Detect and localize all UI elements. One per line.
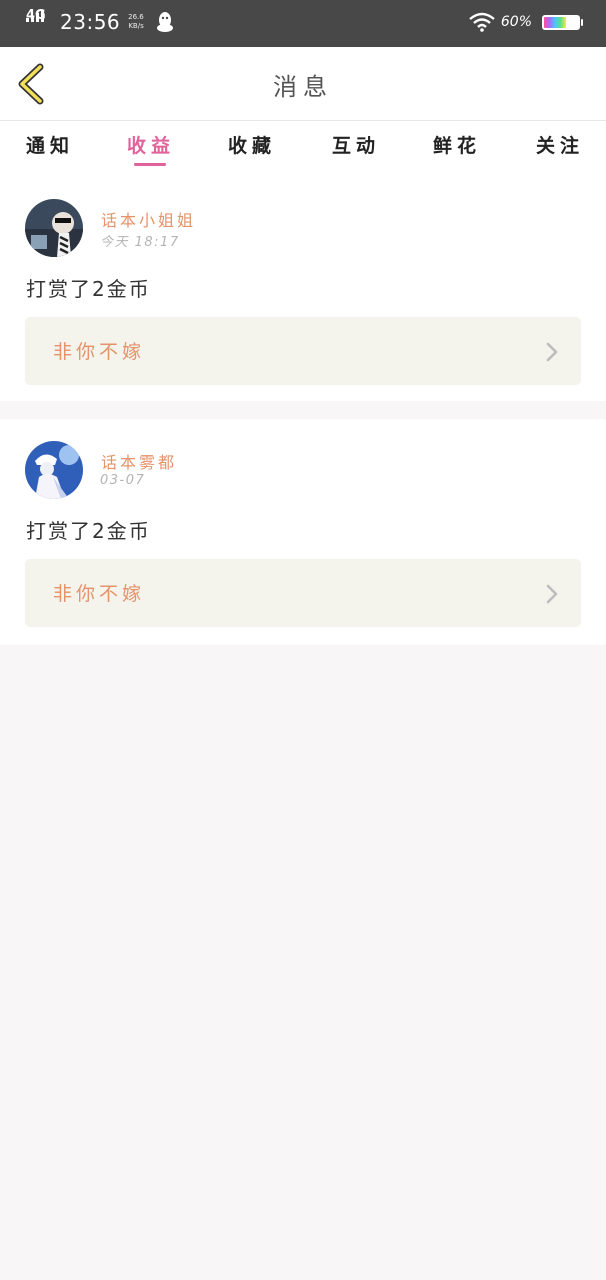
page-title: 消息	[273, 73, 333, 101]
book-link[interactable]: 非你不嫁	[25, 559, 581, 627]
speed-unit: KB/s	[128, 22, 144, 30]
tab-earnings[interactable]: 收益	[115, 131, 187, 158]
signal-indicator: 4G	[26, 9, 52, 34]
tab-interaction[interactable]: 互动	[320, 131, 392, 158]
tab-flowers[interactable]: 鲜花	[421, 131, 493, 158]
chevron-right-icon	[546, 584, 558, 604]
book-title: 非你不嫁	[53, 583, 146, 605]
message-time: 今天 18:17	[100, 235, 180, 250]
tab-follow[interactable]: 关注	[524, 131, 596, 158]
avatar[interactable]	[25, 441, 83, 499]
status-bar: 4G 23:56 26.6 KB/s 60%	[0, 0, 606, 47]
tab-notice[interactable]: 通知	[14, 131, 86, 158]
book-link[interactable]: 非你不嫁	[25, 317, 581, 385]
avatar[interactable]	[25, 199, 83, 257]
qq-penguin-icon	[156, 12, 173, 32]
list-item: 话本雾都 03-07 打赏了2金币 非你不嫁	[0, 419, 606, 645]
tab-bar: 通知 收益 收藏 互动 鲜花 关注	[0, 121, 606, 177]
clock: 23:56	[60, 10, 121, 34]
active-tab-indicator	[134, 163, 166, 166]
page-header: 消息	[0, 47, 606, 121]
battery-percent: 60%	[500, 14, 532, 30]
message-text: 打赏了2金币	[26, 519, 151, 543]
signal-bars-icon	[26, 10, 44, 22]
user-name[interactable]: 话本雾都	[101, 449, 177, 473]
message-time: 03-07	[100, 473, 146, 488]
battery-icon	[542, 14, 583, 30]
chevron-right-icon	[546, 342, 558, 362]
user-name[interactable]: 话本小姐姐	[101, 207, 196, 231]
wifi-icon	[469, 12, 495, 32]
tab-favorites[interactable]: 收藏	[216, 131, 288, 158]
message-text: 打赏了2金币	[26, 277, 151, 301]
speed-value: 26.6	[128, 13, 144, 21]
book-title: 非你不嫁	[53, 341, 146, 363]
list-item: 话本小姐姐 今天 18:17 打赏了2金币 非你不嫁	[0, 177, 606, 401]
network-speed: 26.6 KB/s	[128, 13, 144, 31]
